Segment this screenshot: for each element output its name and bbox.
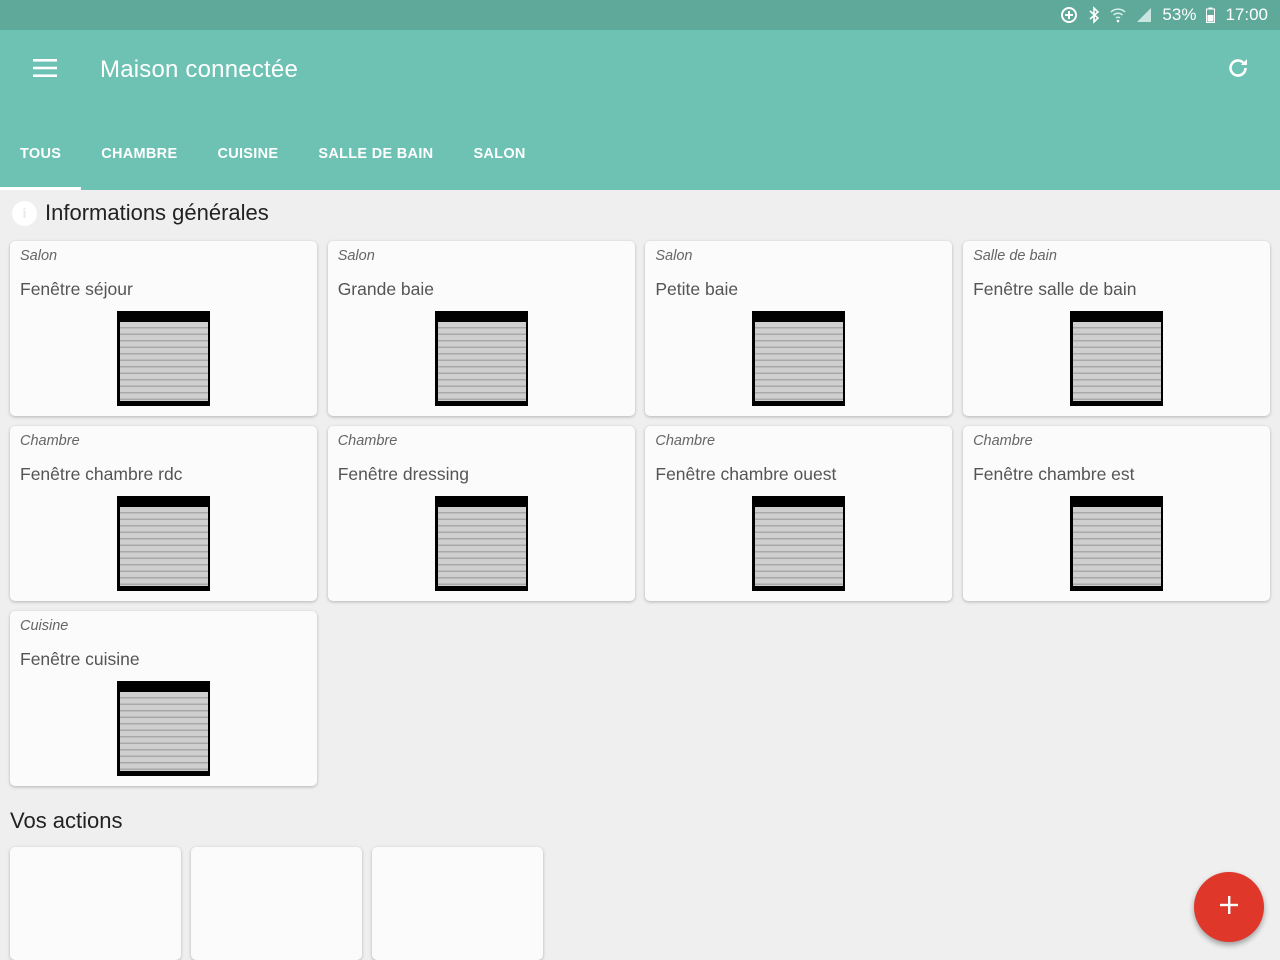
action-card[interactable] — [372, 847, 543, 960]
refresh-button[interactable] — [1218, 52, 1258, 88]
card-name: Petite baie — [655, 279, 739, 299]
card-room: Cuisine — [20, 618, 69, 634]
card-name: Fenêtre dressing — [337, 464, 470, 484]
clock: 17:00 — [1225, 5, 1268, 24]
tab-salon[interactable]: SALON — [453, 118, 545, 190]
shutter-icon — [117, 311, 210, 406]
card-name: Fenêtre chambre rdc — [20, 464, 183, 484]
shutter-icon — [752, 496, 846, 591]
card-room: Chambre — [655, 433, 716, 449]
card-room: Salon — [20, 248, 58, 264]
device-card[interactable]: Salon Fenêtre séjour — [10, 241, 317, 416]
info-icon: i — [12, 200, 37, 226]
tab-bar: TOUS CHAMBRE CUISINE SALLE DE BAIN SALON — [0, 118, 546, 190]
card-room: Chambre — [20, 433, 80, 449]
section-header: i Informations générales — [12, 200, 269, 226]
menu-button[interactable] — [22, 52, 68, 88]
shutter-icon — [752, 311, 846, 406]
signal-icon — [1136, 7, 1152, 23]
wifi-icon — [1110, 7, 1126, 23]
card-room: Salle de bain — [973, 248, 1057, 264]
card-room: Salon — [655, 248, 693, 264]
shutter-icon — [1070, 496, 1164, 591]
device-card[interactable]: Salle de bain Fenêtre salle de bain — [963, 241, 1271, 416]
shutter-icon — [434, 311, 528, 406]
card-room: Salon — [337, 248, 375, 264]
device-card[interactable]: Chambre Fenêtre chambre ouest — [645, 426, 953, 601]
card-name: Fenêtre chambre ouest — [655, 464, 837, 484]
device-card[interactable]: Salon Petite baie — [645, 241, 953, 416]
action-card[interactable] — [10, 847, 181, 960]
card-name: Fenêtre cuisine — [20, 649, 140, 669]
bluetooth-icon — [1088, 6, 1100, 24]
hamburger-menu-icon — [33, 58, 57, 82]
tab-tous[interactable]: TOUS — [0, 118, 82, 190]
card-name: Fenêtre chambre est — [973, 464, 1135, 484]
shutter-icon — [434, 496, 528, 591]
card-room: Chambre — [337, 433, 398, 449]
actions-title: Vos actions — [10, 808, 123, 833]
action-card[interactable] — [191, 847, 362, 960]
tab-cuisine[interactable]: CUISINE — [197, 118, 298, 190]
battery-icon — [1206, 7, 1216, 23]
refresh-icon — [1226, 56, 1250, 85]
card-name: Fenêtre salle de bain — [973, 279, 1137, 299]
device-card[interactable]: Chambre Fenêtre chambre rdc — [10, 426, 317, 601]
action-cards — [10, 847, 543, 960]
device-card[interactable]: Chambre Fenêtre dressing — [327, 426, 635, 601]
tab-salle-de-bain[interactable]: SALLE DE BAIN — [298, 118, 453, 190]
plus-icon — [1218, 894, 1240, 921]
section-title: Informations générales — [45, 200, 269, 225]
app-title: Maison connectée — [100, 56, 298, 83]
device-cards-grid: Salon Fenêtre séjour Salon Grande baie S… — [10, 241, 1271, 786]
app-bar: Maison connectée TOUS CHAMBRE CUISINE SA… — [0, 30, 1280, 190]
card-name: Fenêtre séjour — [20, 279, 133, 299]
card-room: Chambre — [973, 433, 1033, 449]
shutter-icon — [117, 496, 210, 591]
shutter-icon — [1070, 311, 1164, 406]
device-card[interactable]: Chambre Fenêtre chambre est — [963, 426, 1271, 601]
card-name: Grande baie — [337, 279, 435, 299]
device-card[interactable]: Salon Grande baie — [327, 241, 635, 416]
device-card[interactable]: Cuisine Fenêtre cuisine — [10, 611, 317, 786]
status-bar: 53% 17:00 — [0, 0, 1280, 30]
shutter-icon — [117, 681, 210, 776]
battery-percent: 53% — [1162, 5, 1197, 24]
add-fab-button[interactable] — [1194, 872, 1264, 942]
data-saver-icon — [1060, 6, 1078, 24]
tab-chambre[interactable]: CHAMBRE — [81, 118, 197, 190]
